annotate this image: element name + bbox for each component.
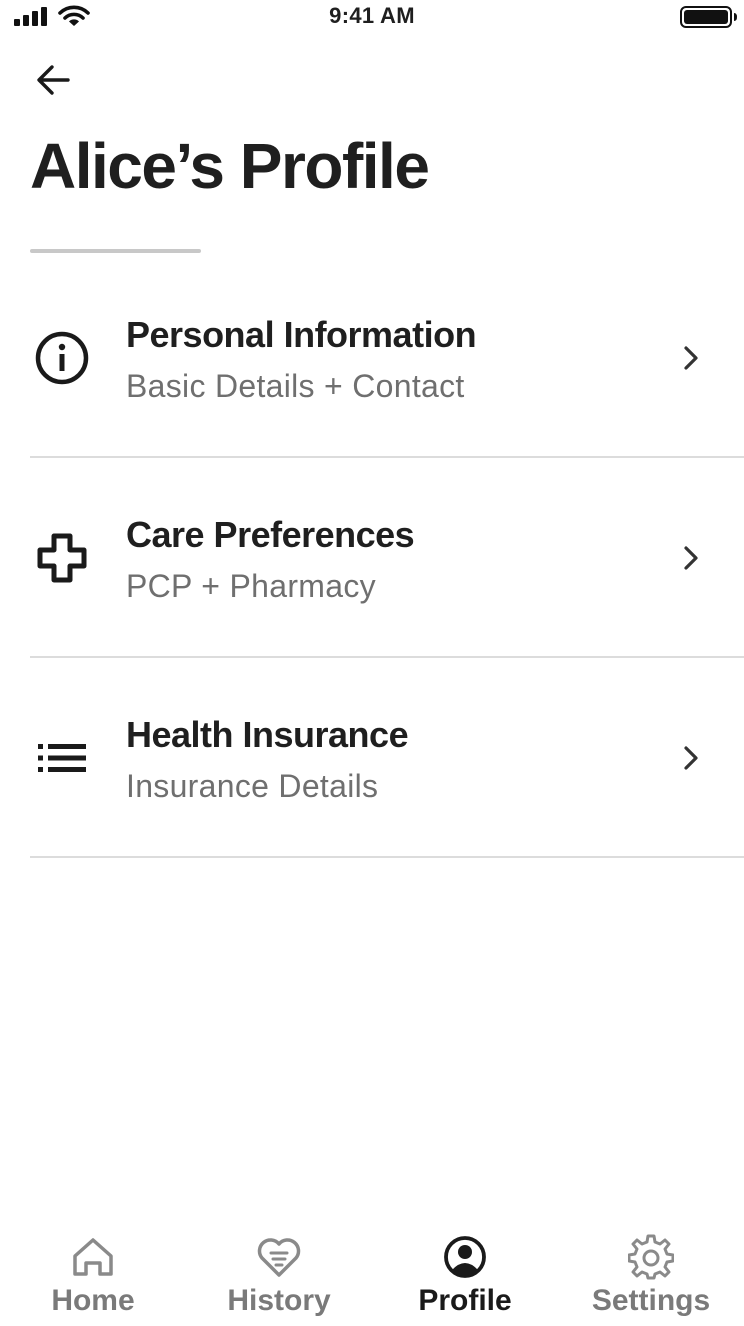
menu-item-label: Health Insurance xyxy=(126,714,409,755)
tab-label: History xyxy=(227,1284,331,1317)
menu-item-care-preferences[interactable]: Care Preferences PCP + Pharmacy xyxy=(0,458,744,658)
menu-item-label: Personal Information xyxy=(126,314,477,355)
heart-list-icon xyxy=(257,1238,301,1277)
menu-item-label: Care Preferences xyxy=(126,514,415,555)
info-icon xyxy=(35,331,89,385)
battery-icon xyxy=(680,6,737,28)
gear-icon xyxy=(628,1234,674,1280)
tab-label: Settings xyxy=(591,1284,711,1317)
menu-item-personal-information[interactable]: Personal Information Basic Details + Con… xyxy=(0,258,744,458)
menu-item-health-insurance[interactable]: Health Insurance Insurance Details xyxy=(0,658,744,858)
chevron-right-icon xyxy=(684,346,698,370)
chevron-right-icon xyxy=(684,546,698,570)
home-icon xyxy=(73,1238,113,1276)
menu-item-subtitle: Basic Details + Contact xyxy=(126,368,465,404)
tab-settings[interactable]: Settings xyxy=(558,1222,744,1326)
medical-cross-icon xyxy=(37,533,87,583)
divider xyxy=(30,856,744,858)
tab-profile[interactable]: Profile xyxy=(372,1222,558,1326)
tab-history[interactable]: History xyxy=(186,1222,372,1326)
tab-home[interactable]: Home xyxy=(0,1222,186,1326)
back-arrow-icon[interactable] xyxy=(34,60,74,100)
page-title: Alice’s Profile xyxy=(30,130,430,202)
list-icon xyxy=(38,744,86,772)
chevron-right-icon xyxy=(684,746,698,770)
tab-label: Profile xyxy=(418,1284,512,1317)
tab-bar: Home History Profile Settings xyxy=(0,1222,744,1326)
status-bar: 9:41 AM xyxy=(0,0,744,34)
menu-item-subtitle: Insurance Details xyxy=(126,768,379,804)
title-underline xyxy=(30,249,201,253)
profile-icon xyxy=(444,1236,486,1278)
tab-label: Home xyxy=(51,1284,135,1317)
status-time: 9:41 AM xyxy=(329,3,415,28)
menu-item-subtitle: PCP + Pharmacy xyxy=(126,568,376,604)
